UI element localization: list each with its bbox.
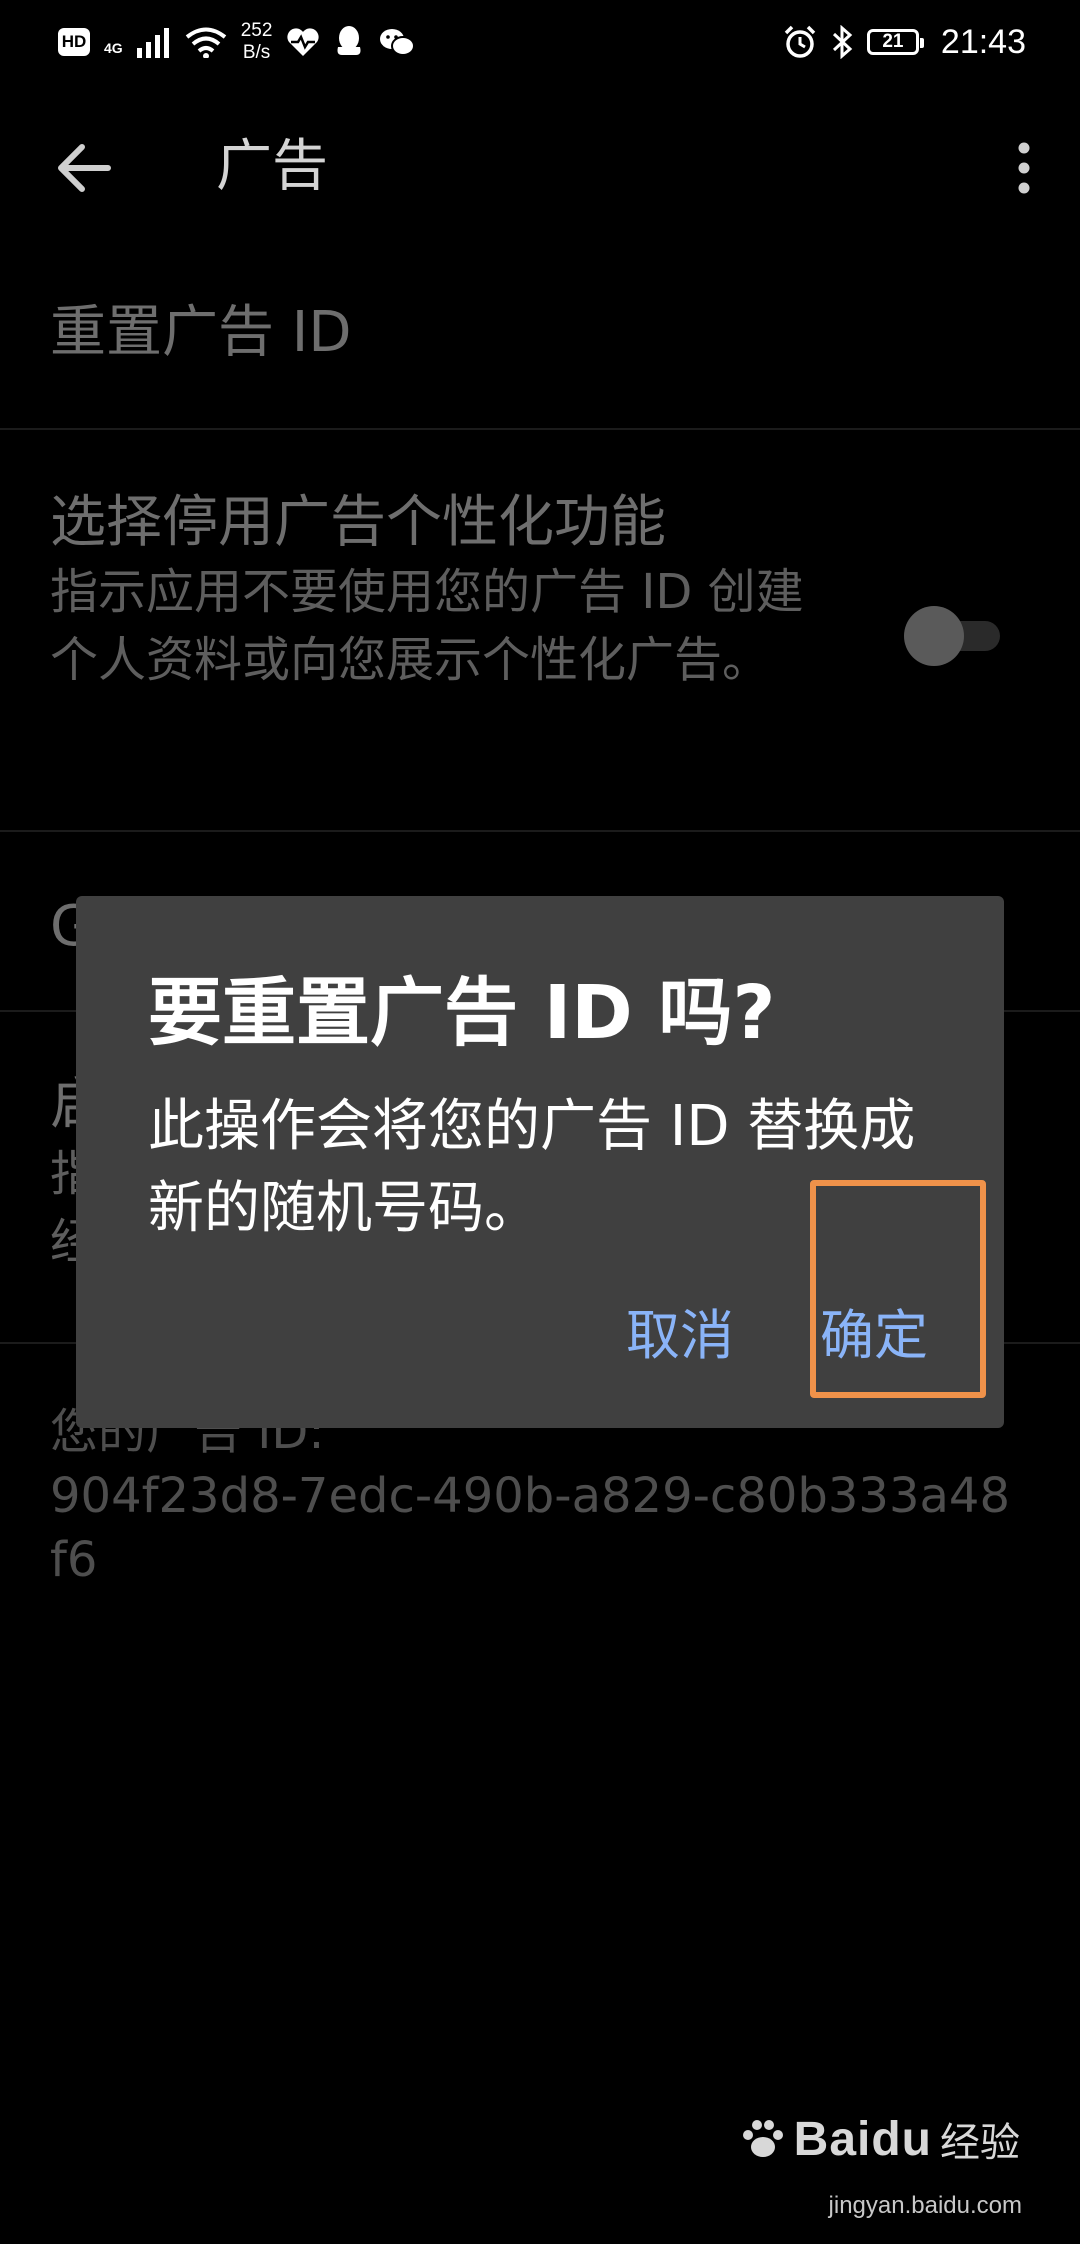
reset-ad-id-title: 重置广告 ID (50, 300, 352, 365)
network-speed: 252 B/s (241, 20, 273, 64)
alarm-icon (784, 25, 816, 58)
divider (0, 428, 1080, 430)
baidu-watermark: Baidu 经验 (740, 2110, 1020, 2168)
clock: 21:43 (940, 22, 1026, 61)
toggle-thumb (904, 606, 964, 666)
paw-icon (742, 2120, 783, 2157)
qq-icon (337, 26, 361, 55)
bluetooth-icon (832, 25, 853, 59)
arrow-left-icon (58, 144, 111, 192)
wechat-icon (380, 29, 416, 56)
more-options-button[interactable] (1002, 134, 1046, 202)
watermark-brand: Baidu (793, 2112, 932, 2166)
opt-out-personalization-row[interactable]: 选择停用广告个性化功能 指示应用不要使用您的广告 ID 创建个人资料或向您展示个… (0, 488, 1080, 828)
status-left: HD 4G 252 B/s (58, 20, 416, 64)
highlight-annotation (810, 1180, 986, 1398)
page-title: 广告 (216, 134, 328, 199)
hd-badge: HD (58, 28, 90, 56)
watermark-url: jingyan.baidu.com (828, 2192, 1022, 2219)
network-type: 4G (104, 40, 123, 56)
ad-id-value: 904f23d8-7edc-490b-a829-c80b333a48f6 (50, 1468, 1010, 1588)
watermark-suffix: 经验 (940, 2121, 1020, 2165)
wifi-icon (185, 27, 226, 58)
opt-out-title: 选择停用广告个性化功能 (50, 490, 666, 555)
speed-value: 252 (240, 20, 273, 41)
signal-icon (136, 28, 169, 58)
reset-ad-id-row[interactable]: 重置广告 ID (0, 298, 1080, 368)
cancel-button[interactable]: 取消 (626, 1296, 734, 1376)
speed-unit: B/s (242, 42, 271, 63)
more-vertical-icon (1018, 142, 1030, 194)
battery-level: 21 (882, 31, 904, 52)
divider (0, 830, 1080, 832)
back-button[interactable] (50, 136, 118, 200)
status-bar: HD 4G 252 B/s 21 21:43 (0, 0, 1080, 84)
opt-out-summary: 指示应用不要使用您的广告 ID 创建个人资料或向您展示个性化广告。 (50, 564, 804, 688)
battery-icon: 21 (866, 29, 924, 55)
ad-id-info: 您的广告 ID: 904f23d8-7edc-490b-a829-c80b333… (0, 1400, 1080, 1592)
opt-out-toggle[interactable] (904, 606, 1000, 666)
dialog-title: 要重置广告 ID 吗? (148, 970, 776, 1056)
heart-rate-icon (287, 28, 319, 56)
status-right: 21 21:43 (783, 23, 1026, 62)
app-bar: 广告 (0, 110, 1080, 226)
